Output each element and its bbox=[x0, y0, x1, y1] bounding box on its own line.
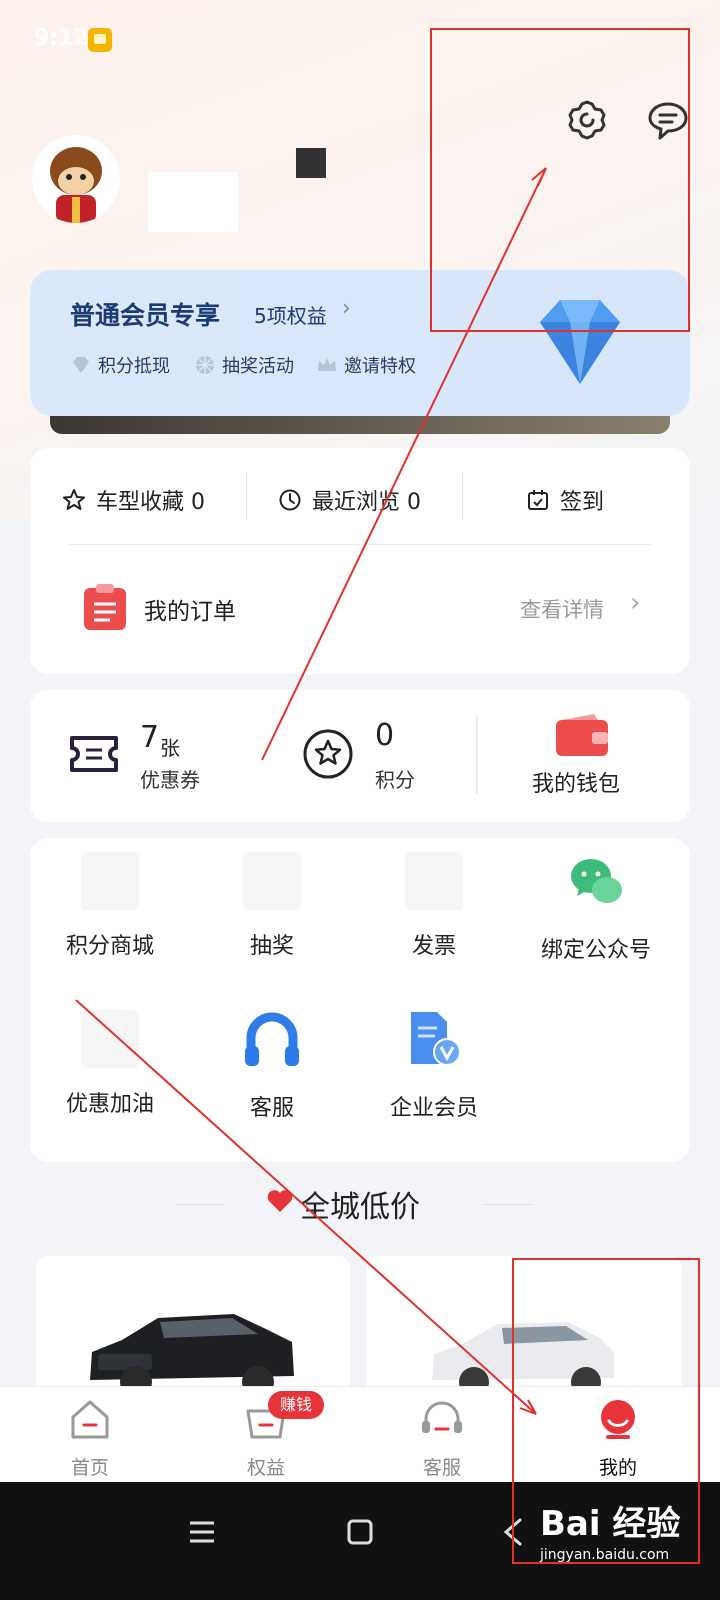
baidu-watermark: Bai 经验 jingyan.baidu.com bbox=[540, 1496, 680, 1563]
annotation-arrows bbox=[75, 167, 547, 1415]
watermark-logo: Bai 经验 bbox=[540, 1504, 681, 1544]
watermark-url: jingyan.baidu.com bbox=[540, 1547, 670, 1563]
